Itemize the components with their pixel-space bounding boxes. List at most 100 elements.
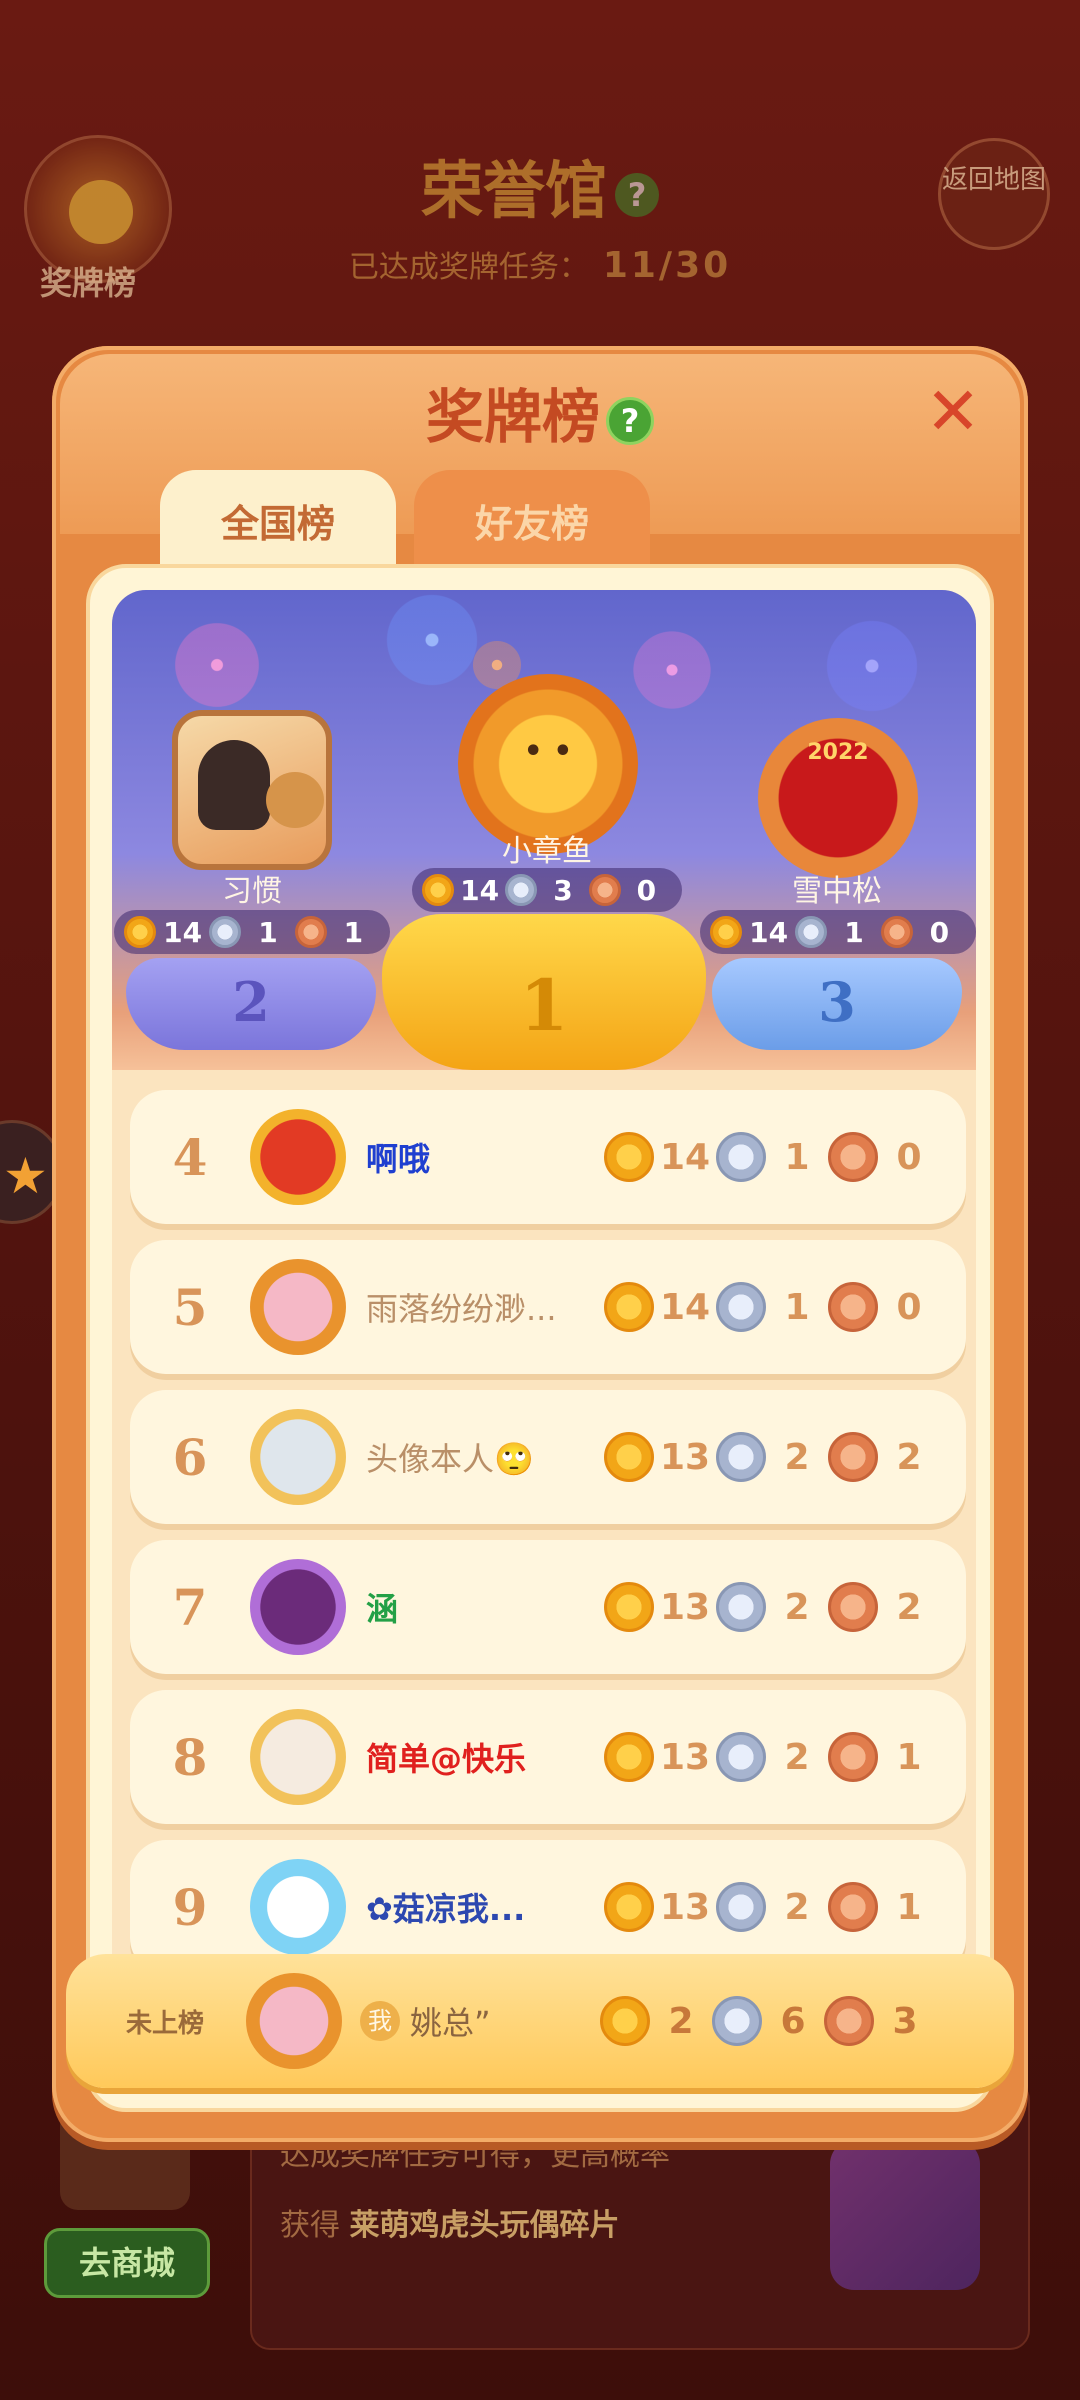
gold-count: 14 [163, 915, 203, 949]
row-medal-stats: 13 2 2 [604, 1540, 940, 1674]
podium-rank-3: 3 [818, 970, 856, 1034]
silver-count: 1 [844, 915, 864, 949]
reward-text-1b: ，更高概率 [520, 2138, 670, 2173]
avatar[interactable] [250, 1559, 346, 1655]
avatar[interactable] [250, 1109, 346, 1205]
row-name: 涵 [366, 1590, 399, 1628]
bronze-medal-icon [828, 1132, 878, 1182]
podium-rank-2: 2 [232, 970, 270, 1034]
bronze-count: 0 [929, 915, 950, 949]
help-icon[interactable]: ? [606, 396, 654, 445]
row-rank: 7 [172, 1577, 208, 1637]
bronze-count: 3 [892, 2000, 918, 2042]
leaderboard-row[interactable]: 6 头像本人🙄 13 2 2 [130, 1390, 966, 1524]
avatar[interactable] [250, 1259, 346, 1355]
bronze-medal-icon [828, 1732, 878, 1782]
firework-decoration [612, 610, 732, 730]
task-progress-value: 11/30 [602, 245, 732, 286]
gold-medal-icon [604, 1432, 654, 1482]
leaderboard-row[interactable]: 4 啊哦 14 1 0 [130, 1090, 966, 1224]
gold-count: 14 [749, 915, 789, 949]
row-name: ✿菇凉我... [366, 1890, 526, 1928]
podium-pedestal-1: 1 [382, 914, 706, 1070]
podium: 2 1 3 习惯 小章鱼 雪中松 14 1 1 14 3 0 [112, 590, 976, 1070]
gold-count: 13 [659, 1586, 711, 1628]
bronze-medal-icon [880, 916, 913, 948]
silver-medal-icon [716, 1582, 766, 1632]
help-icon[interactable]: ? [615, 172, 659, 217]
silver-medal-icon [716, 1132, 766, 1182]
podium-stats-1: 14 3 0 [412, 868, 682, 912]
silver-medal-icon [716, 1882, 766, 1932]
firework-decoration [802, 596, 942, 736]
avatar[interactable] [250, 1859, 346, 1955]
avatar[interactable] [250, 1409, 346, 1505]
bronze-medal-icon [828, 1582, 878, 1632]
modal-title-text: 奖牌榜 [425, 383, 600, 451]
row-rank: 4 [172, 1127, 208, 1187]
row-medal-stats: 13 2 2 [604, 1390, 940, 1524]
task-progress: 已达成奖牌任务： 11/30 [0, 242, 1080, 286]
reward-text-highlight: 莱萌鸡虎头玩偶碎片 [349, 2208, 620, 2243]
podium-name-2: 习惯 [222, 874, 282, 909]
silver-medal-icon [505, 874, 538, 906]
gold-medal-icon [710, 916, 742, 948]
bronze-medal-icon [828, 1282, 878, 1332]
bronze-count: 1 [896, 1886, 922, 1928]
podium-name-3: 雪中松 [792, 874, 882, 909]
avatar[interactable] [250, 1709, 346, 1805]
bronze-count: 1 [896, 1736, 922, 1778]
leaderboard-row[interactable]: 7 涵 13 2 2 [130, 1540, 966, 1674]
me-badge: 我 [360, 2001, 400, 2041]
avatar[interactable] [246, 1973, 342, 2069]
go-shop-button[interactable]: 去商城 [44, 2228, 210, 2298]
silver-medal-icon [716, 1432, 766, 1482]
gold-medal-icon [600, 1996, 650, 2046]
silver-count: 6 [780, 2000, 806, 2042]
row-name: 啊哦 [366, 1140, 431, 1178]
gold-medal-icon [604, 1732, 654, 1782]
row-medal-stats: 13 2 1 [604, 1690, 940, 1824]
leaderboard-row[interactable]: 8 简单@快乐 13 2 1 [130, 1690, 966, 1824]
gold-medal-icon [604, 1282, 654, 1332]
task-progress-label: 已达成奖牌任务： [348, 250, 589, 285]
row-name: 雨落纷纷渺... [366, 1290, 557, 1328]
row-rank: 9 [172, 1877, 208, 1937]
my-name: 姚总” [410, 2004, 491, 2042]
row-name: 头像本人🙄 [366, 1440, 534, 1478]
podium-avatar-2[interactable] [172, 710, 332, 870]
bronze-count: 0 [896, 1136, 922, 1178]
back-to-map-button[interactable]: 返回地图 [938, 138, 1050, 250]
silver-count: 2 [784, 1586, 810, 1628]
gold-count: 13 [659, 1886, 711, 1928]
leaderboard-scroll-area[interactable]: 2 1 3 习惯 小章鱼 雪中松 14 1 1 14 3 0 [112, 590, 976, 2090]
gold-count: 13 [659, 1436, 711, 1478]
bronze-medal-icon [828, 1882, 878, 1932]
gold-count: 14 [659, 1136, 711, 1178]
silver-count: 1 [258, 915, 278, 949]
bronze-count: 2 [896, 1586, 922, 1628]
gold-count: 2 [668, 2000, 694, 2042]
leaderboard-row[interactable]: 5 雨落纷纷渺... 14 1 0 [130, 1240, 966, 1374]
podium-stats-3: 14 1 0 [700, 910, 976, 954]
gold-medal-icon [604, 1882, 654, 1932]
star-icon: ★ [3, 1147, 48, 1205]
silver-count: 2 [784, 1736, 810, 1778]
silver-count: 3 [553, 873, 573, 907]
podium-avatar-3[interactable] [758, 718, 918, 878]
gold-count: 13 [659, 1736, 711, 1778]
silver-medal-icon [716, 1282, 766, 1332]
page-title: 荣誉馆? [0, 140, 1080, 230]
gold-count: 14 [659, 1286, 711, 1328]
podium-stats-2: 14 1 1 [114, 910, 390, 954]
podium-pedestal-2: 2 [126, 958, 376, 1050]
my-rank-row[interactable]: 未上榜 我 姚总” 2 6 3 [66, 1954, 1014, 2088]
close-icon[interactable]: ✕ [922, 379, 984, 446]
bronze-count: 0 [636, 873, 657, 907]
bronze-medal-icon [588, 874, 621, 906]
row-rank: 6 [172, 1427, 208, 1487]
bronze-count: 0 [896, 1286, 922, 1328]
row-rank: 8 [172, 1727, 208, 1787]
silver-count: 2 [784, 1436, 810, 1478]
silver-count: 1 [784, 1136, 810, 1178]
